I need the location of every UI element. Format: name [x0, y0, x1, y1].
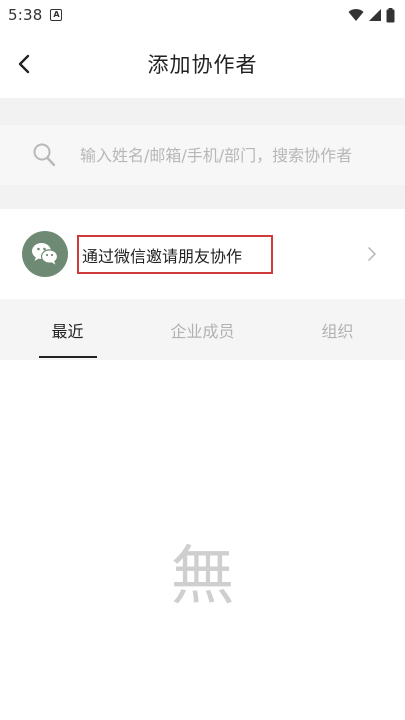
page-title: 添加协作者 [147, 53, 258, 77]
recent-list: 無 [0, 360, 405, 720]
invite-label-highlight: 通过微信邀请朋友协作 [77, 235, 273, 274]
section-divider [0, 98, 405, 125]
status-icons [348, 7, 395, 23]
tab-organization[interactable]: 组织 [270, 299, 405, 360]
tab-recent[interactable]: 最近 [0, 299, 135, 360]
search-input[interactable] [80, 139, 390, 171]
tab-enterprise-members[interactable]: 企业成员 [135, 299, 270, 360]
chevron-left-icon [18, 54, 30, 74]
chevron-right-icon [368, 247, 376, 261]
invite-label: 通过微信邀请朋友协作 [82, 246, 243, 266]
header: 添加协作者 [0, 30, 405, 98]
wifi-icon [348, 9, 364, 21]
app-notification-icon: A [50, 9, 63, 21]
invite-wechat-row[interactable]: 通过微信邀请朋友协作 [0, 209, 405, 299]
search-icon [33, 143, 56, 167]
empty-state-glyph: 無 [170, 540, 235, 614]
signal-icon [369, 9, 381, 21]
search-bar[interactable] [0, 125, 405, 185]
battery-icon [386, 7, 395, 22]
section-divider [0, 185, 405, 209]
status-time: 5:38 [8, 6, 43, 24]
status-bar: 5:38 A [0, 0, 405, 30]
back-button[interactable] [14, 52, 36, 76]
wechat-icon [22, 231, 68, 277]
tab-bar: 最近 企业成员 组织 [0, 299, 405, 360]
